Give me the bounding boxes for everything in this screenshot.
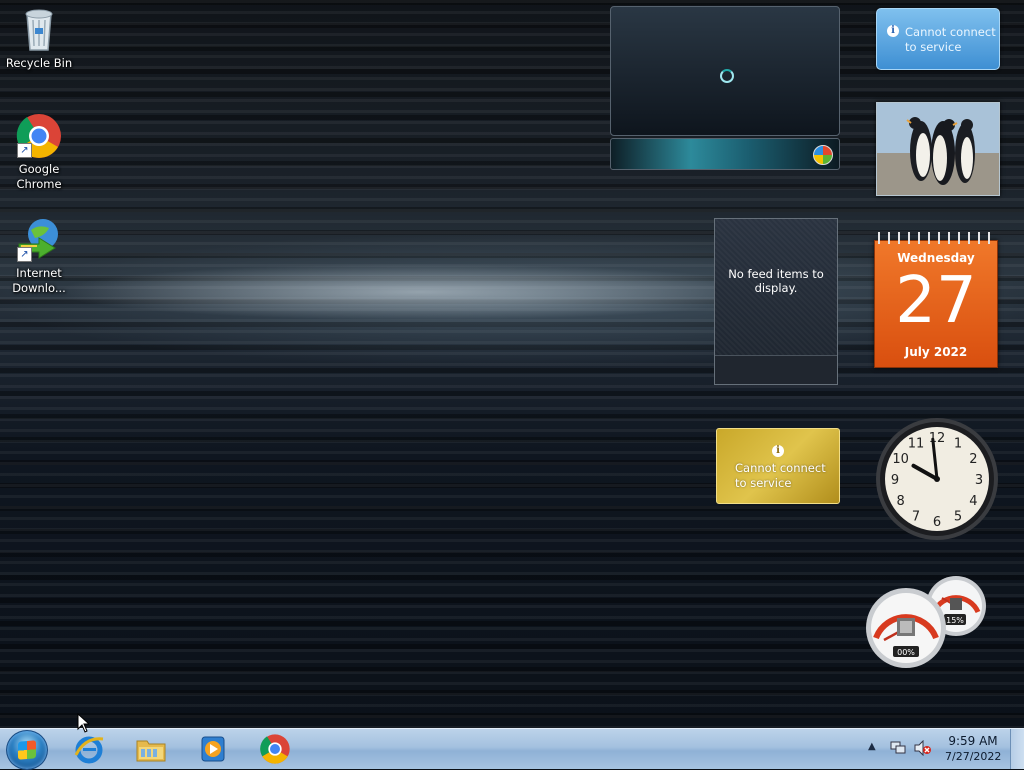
clock-number: 2 bbox=[969, 452, 977, 467]
calendar-gadget[interactable]: Wednesday 27 July 2022 bbox=[874, 232, 998, 368]
currency-error-message: Cannot connect to service bbox=[735, 461, 826, 490]
calendar-month-year: July 2022 bbox=[904, 345, 968, 359]
internet-explorer-icon bbox=[74, 736, 104, 764]
windows-logo-icon bbox=[813, 145, 833, 165]
show-desktop-button[interactable] bbox=[1010, 729, 1024, 769]
taskbar-google-chrome[interactable] bbox=[246, 731, 304, 767]
memory-percent: 15% bbox=[946, 616, 964, 625]
clock-number: 4 bbox=[969, 494, 977, 509]
media-player-icon bbox=[201, 736, 225, 762]
feed-empty-message: No feed items to display. bbox=[728, 267, 824, 295]
desktop-icon-google-chrome[interactable]: ↗ Google Chrome bbox=[4, 112, 74, 192]
network-icon[interactable] bbox=[890, 740, 906, 759]
start-button[interactable] bbox=[6, 730, 48, 770]
taskbar[interactable]: ▲ 9:59 AM 7/27/2022 bbox=[0, 728, 1024, 770]
loading-spinner-icon bbox=[720, 69, 734, 83]
clock-number: 1 bbox=[954, 437, 962, 452]
chrome-icon bbox=[260, 734, 290, 764]
taskbar-windows-media-player[interactable] bbox=[184, 731, 242, 767]
media-screen bbox=[610, 6, 840, 136]
cpu-percent: 00% bbox=[897, 648, 915, 657]
weather-gadget[interactable]: i Cannot connect to service bbox=[876, 8, 1000, 70]
feed-footer bbox=[715, 355, 837, 384]
windows-logo-icon bbox=[18, 740, 36, 760]
penguins-photo bbox=[877, 103, 999, 195]
shortcut-arrow-icon: ↗ bbox=[17, 247, 32, 262]
chrome-icon: ↗ bbox=[15, 112, 63, 160]
info-icon: i bbox=[887, 25, 899, 37]
desktop-icon-label: Recycle Bin bbox=[5, 56, 73, 70]
taskbar-clock-date[interactable]: 7/27/2022 bbox=[945, 750, 1001, 763]
info-icon: i bbox=[772, 445, 784, 457]
calendar-day-number: 27 bbox=[895, 264, 977, 338]
clock-gadget[interactable]: 12 1 2 3 4 5 6 7 8 9 10 11 bbox=[874, 416, 1000, 542]
cpu-meter-gadget[interactable]: 15% 00% bbox=[864, 574, 990, 670]
show-hidden-icons-button[interactable]: ▲ bbox=[868, 741, 876, 752]
desktop-icon-internet-download-manager[interactable]: ↗ Internet Downlo... bbox=[4, 216, 74, 296]
clock-number: 7 bbox=[912, 509, 920, 524]
desktop-icon-recycle-bin[interactable]: Recycle Bin bbox=[4, 6, 74, 71]
calendar-rings bbox=[874, 232, 996, 244]
media-gadget[interactable] bbox=[610, 6, 840, 170]
slideshow-gadget[interactable] bbox=[876, 102, 1000, 196]
clock-number: 11 bbox=[908, 437, 925, 452]
taskbar-windows-explorer[interactable] bbox=[122, 731, 180, 767]
recycle-bin-icon bbox=[15, 6, 63, 54]
clock-number: 10 bbox=[892, 452, 909, 467]
taskbar-internet-explorer[interactable] bbox=[60, 731, 118, 767]
clock-number: 8 bbox=[896, 494, 904, 509]
desktop-icon-label: Google Chrome bbox=[16, 162, 62, 191]
folder-icon bbox=[136, 740, 166, 762]
calendar-page: Wednesday 27 July 2022 bbox=[874, 240, 998, 368]
media-control-bar[interactable] bbox=[610, 138, 840, 170]
clock-number: 12 bbox=[929, 431, 946, 446]
cpu-gauge: 00% bbox=[866, 588, 946, 668]
weather-error-message: Cannot connect to service bbox=[905, 25, 996, 54]
clock-number: 9 bbox=[891, 473, 899, 488]
shortcut-arrow-icon: ↗ bbox=[17, 143, 32, 158]
calendar-weekday: Wednesday bbox=[897, 251, 975, 265]
desktop[interactable]: Recycle Bin ↗ Google Chrome ↗ Internet D… bbox=[0, 0, 1024, 728]
feed-headlines-gadget[interactable]: No feed items to display. bbox=[714, 218, 838, 385]
volume-muted-icon[interactable] bbox=[914, 739, 932, 759]
internet-download-manager-icon: ↗ bbox=[15, 216, 63, 264]
currency-gadget[interactable]: i Cannot connect to service bbox=[716, 428, 840, 504]
clock-number: 5 bbox=[954, 509, 962, 524]
analog-clock: 12 12 3 45678 9 1011 bbox=[876, 418, 998, 540]
clock-number: 3 bbox=[975, 473, 983, 488]
desktop-icon-label: Internet Downlo... bbox=[12, 266, 66, 295]
mouse-cursor-icon bbox=[77, 713, 89, 733]
clock-number: 6 bbox=[933, 515, 941, 530]
taskbar-clock-time[interactable]: 9:59 AM bbox=[945, 734, 1001, 748]
memory-chip-icon bbox=[950, 598, 962, 610]
